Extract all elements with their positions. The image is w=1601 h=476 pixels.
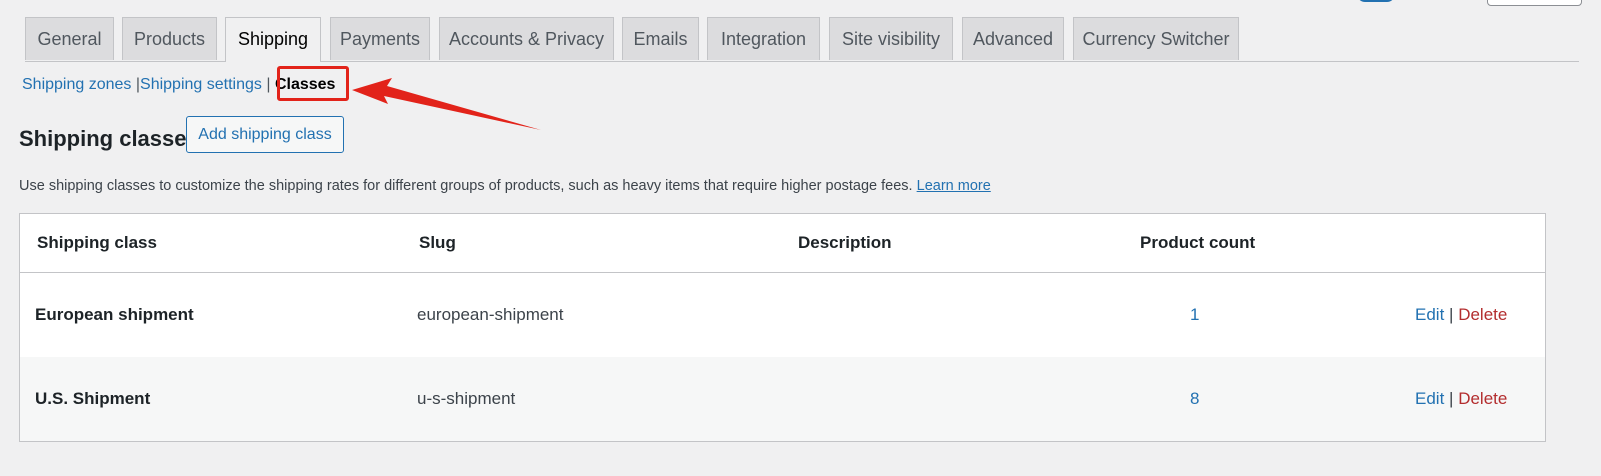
page-title: Shipping classes [19,126,199,151]
class-name: U.S. Shipment [35,389,151,408]
delete-link[interactable]: Delete [1458,389,1507,408]
subnav-shipping-zones[interactable]: Shipping zones [22,76,131,93]
tab-payments[interactable]: Payments [330,17,430,60]
description-text: Use shipping classes to customize the sh… [19,178,913,194]
product-count-link[interactable]: 1 [1190,305,1199,325]
class-slug: u-s-shipment [417,389,516,408]
table-row: U.S. Shipment u-s-shipment 8 Edit | Dele… [20,357,1545,441]
tab-site-visibility[interactable]: Site visibility [829,17,953,60]
subnav-shipping-settings[interactable]: Shipping settings [140,76,262,93]
header-slug: Slug [419,233,456,252]
table-row: European shipment european-shipment 1 Ed… [20,273,1545,357]
subnav-separator: | [266,76,271,93]
edit-link[interactable]: Edit [1415,389,1444,408]
shipping-classes-table: Shipping class Slug Description Product … [19,213,1546,442]
learn-more-link[interactable]: Learn more [917,178,991,194]
tab-integration[interactable]: Integration [707,17,820,60]
table-header: Shipping class Slug Description Product … [20,214,1545,273]
edit-link[interactable]: Edit [1415,305,1444,324]
delete-link[interactable]: Delete [1458,305,1507,324]
action-separator: | [1449,389,1454,408]
row-actions: Edit | Delete [1415,389,1507,409]
header-control[interactable] [1487,0,1582,6]
product-count-link[interactable]: 8 [1190,389,1199,409]
header-description: Description [798,233,892,252]
tab-emails[interactable]: Emails [622,17,699,60]
row-actions: Edit | Delete [1415,305,1507,325]
action-separator: | [1449,305,1454,324]
annotation-highlight-box [277,66,349,101]
page-description: Use shipping classes to customize the sh… [19,178,991,194]
tab-products[interactable]: Products [122,17,217,60]
tab-currency-switcher[interactable]: Currency Switcher [1073,17,1239,60]
tab-accounts-privacy[interactable]: Accounts & Privacy [439,17,614,60]
add-shipping-class-button[interactable]: Add shipping class [186,116,344,153]
settings-tabs: General Products Shipping Payments Accou… [25,17,1579,62]
class-slug: european-shipment [417,305,564,324]
header-product-count: Product count [1140,233,1256,252]
tab-shipping[interactable]: Shipping [225,17,321,62]
class-name: European shipment [35,305,194,324]
tab-advanced[interactable]: Advanced [962,17,1064,60]
tab-general[interactable]: General [25,17,114,60]
header-shipping-class: Shipping class [37,233,157,252]
toggle-switch[interactable] [1357,0,1395,2]
